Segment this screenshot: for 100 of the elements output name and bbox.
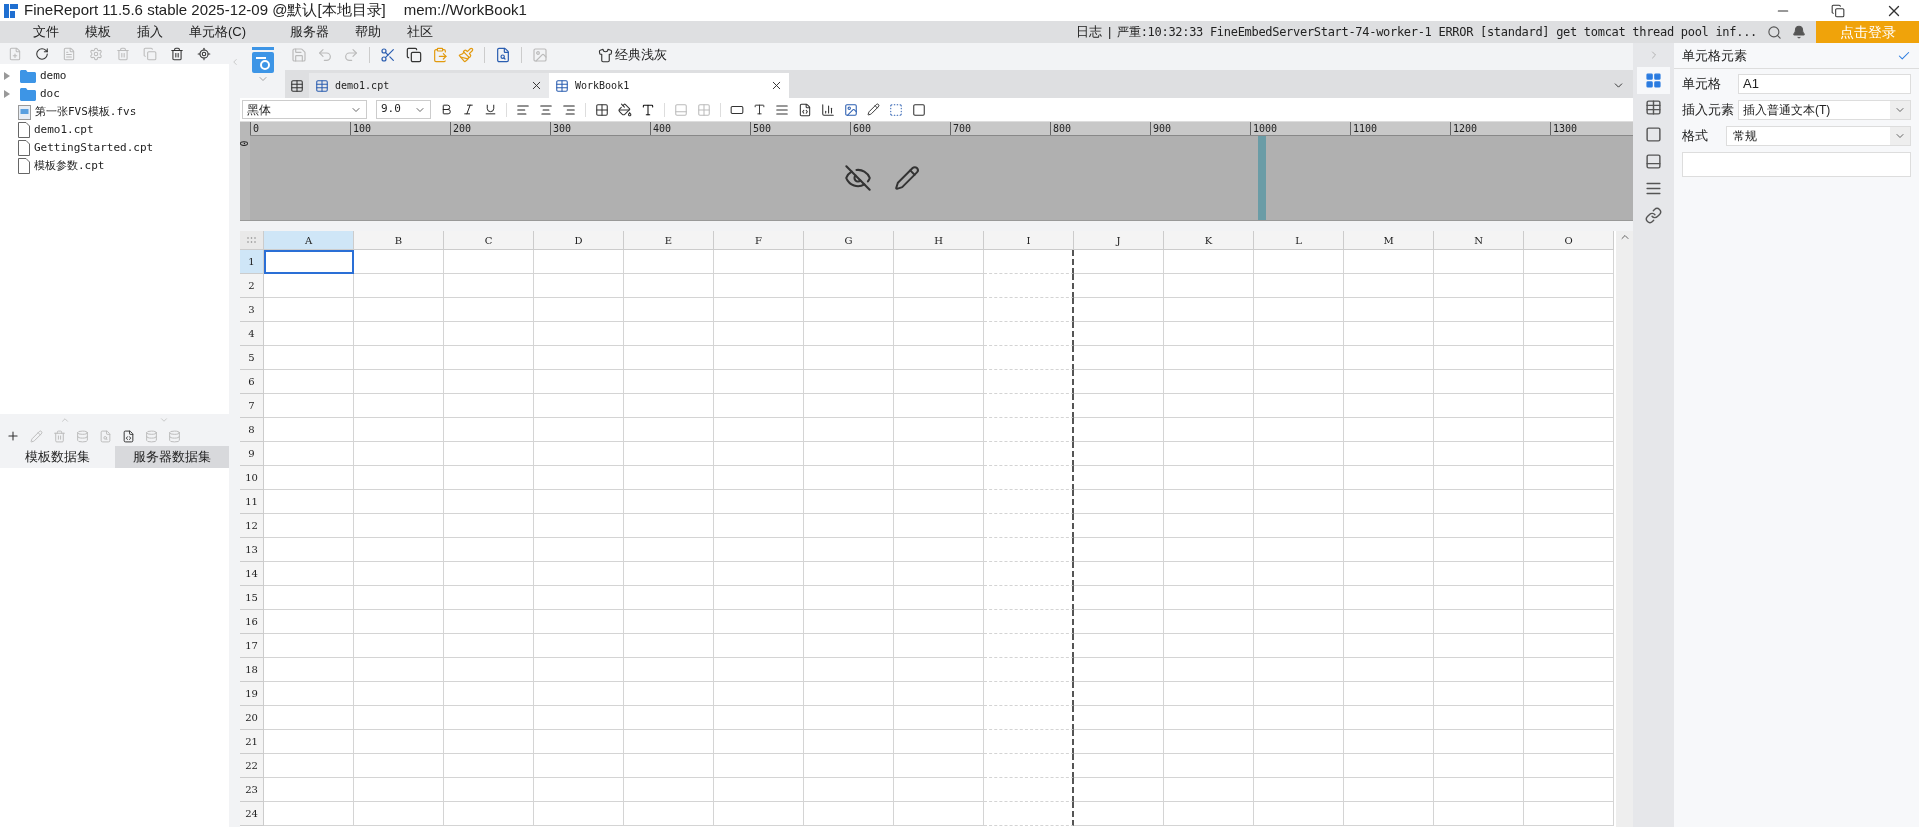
row-header[interactable]: 22 bbox=[240, 754, 264, 778]
grid-cell[interactable] bbox=[984, 490, 1074, 514]
document-tab[interactable]: demo1.cpt bbox=[309, 73, 549, 98]
row-header[interactable]: 8 bbox=[240, 418, 264, 442]
font-color-icon[interactable] bbox=[641, 102, 655, 117]
row-header[interactable]: 12 bbox=[240, 514, 264, 538]
column-header[interactable]: A bbox=[264, 231, 354, 250]
edit-icon[interactable] bbox=[894, 165, 921, 191]
insert-element-select[interactable]: 插入普通文本(T) bbox=[1738, 100, 1911, 120]
column-header[interactable]: M bbox=[1344, 231, 1434, 250]
column-header[interactable]: O bbox=[1524, 231, 1614, 250]
column-header[interactable]: I bbox=[984, 231, 1074, 250]
document-tab[interactable]: WorkBook1 bbox=[549, 73, 789, 98]
tree-item[interactable]: demo bbox=[0, 67, 229, 85]
image-icon[interactable] bbox=[844, 102, 858, 117]
formula-icon[interactable] bbox=[798, 102, 812, 117]
collapse-up-icon[interactable] bbox=[60, 415, 70, 425]
tree-item[interactable]: doc bbox=[0, 85, 229, 103]
delete-icon[interactable] bbox=[53, 429, 66, 443]
italic-icon[interactable] bbox=[462, 103, 475, 116]
menu-item[interactable]: 帮助 bbox=[342, 22, 395, 42]
refresh-icon[interactable] bbox=[35, 46, 49, 61]
align-left-icon[interactable] bbox=[516, 102, 530, 117]
grid-cell[interactable] bbox=[984, 562, 1074, 586]
row-header[interactable]: 18 bbox=[240, 658, 264, 682]
row-header[interactable]: 17 bbox=[240, 634, 264, 658]
notification-icon[interactable] bbox=[1792, 25, 1806, 39]
font-size-select[interactable]: 9.0 bbox=[376, 100, 431, 119]
format-select[interactable]: 常规 bbox=[1726, 126, 1911, 146]
side-tab[interactable] bbox=[1637, 67, 1670, 94]
row-header[interactable]: 1 bbox=[240, 250, 264, 274]
grid-cell[interactable] bbox=[984, 658, 1074, 682]
grid-cell[interactable] bbox=[984, 730, 1074, 754]
grid-cell[interactable] bbox=[984, 754, 1074, 778]
row-header[interactable]: 14 bbox=[240, 562, 264, 586]
corner-cell[interactable] bbox=[240, 231, 264, 250]
add-icon[interactable] bbox=[6, 429, 20, 443]
grid-cell[interactable] bbox=[984, 322, 1074, 346]
input-field[interactable] bbox=[1682, 152, 1911, 177]
grid-cell[interactable] bbox=[984, 370, 1074, 394]
fill-color-icon[interactable] bbox=[618, 102, 632, 117]
row-header[interactable]: 10 bbox=[240, 466, 264, 490]
column-header[interactable]: K bbox=[1164, 231, 1254, 250]
theme-button[interactable]: 经典浅灰 bbox=[598, 45, 667, 65]
close-tab-icon[interactable] bbox=[770, 79, 783, 92]
restore-icon[interactable] bbox=[1831, 3, 1845, 18]
shirt-icon[interactable] bbox=[598, 47, 613, 63]
database-icon[interactable] bbox=[76, 429, 89, 443]
settings-icon[interactable] bbox=[89, 46, 103, 61]
locate-icon[interactable] bbox=[197, 46, 211, 61]
column-header[interactable]: N bbox=[1434, 231, 1524, 250]
row-header[interactable]: 20 bbox=[240, 706, 264, 730]
column-header[interactable]: G bbox=[804, 231, 894, 250]
dataset-tab[interactable]: 模板数据集 bbox=[0, 446, 115, 468]
grid-cell[interactable] bbox=[984, 682, 1074, 706]
paste-icon[interactable] bbox=[432, 47, 448, 63]
sheet-icon[interactable] bbox=[555, 78, 569, 93]
sub-report-icon[interactable] bbox=[889, 102, 903, 117]
align-center-icon[interactable] bbox=[539, 102, 553, 117]
tree-item[interactable]: 模板参数.cpt bbox=[0, 157, 229, 175]
rich-text-icon[interactable] bbox=[775, 102, 789, 117]
row-header[interactable]: 4 bbox=[240, 322, 264, 346]
preview-document-icon[interactable] bbox=[251, 47, 274, 73]
server-dataset-remove-icon[interactable] bbox=[168, 429, 181, 443]
row-header[interactable]: 13 bbox=[240, 538, 264, 562]
menu-item[interactable]: 模板 bbox=[72, 22, 124, 42]
menu-item[interactable]: 单元格(C) bbox=[176, 22, 260, 42]
align-right-icon[interactable] bbox=[562, 102, 576, 117]
column-header[interactable]: J bbox=[1074, 231, 1164, 250]
expand-arrow-icon[interactable] bbox=[4, 72, 10, 80]
tree-item[interactable]: 第一张FVS模板.fvs bbox=[0, 103, 229, 121]
merge-cells-icon[interactable] bbox=[674, 102, 688, 117]
format-painter-icon[interactable] bbox=[458, 47, 474, 63]
collapse-down-icon[interactable] bbox=[159, 415, 169, 425]
grid-cell[interactable] bbox=[984, 418, 1074, 442]
recycle-bin-icon[interactable] bbox=[170, 46, 184, 61]
grid-cell[interactable] bbox=[984, 802, 1074, 826]
text-icon[interactable] bbox=[753, 103, 766, 116]
grid-cell[interactable] bbox=[984, 466, 1074, 490]
redo-icon[interactable] bbox=[343, 47, 359, 63]
row-header[interactable]: 21 bbox=[240, 730, 264, 754]
row-header[interactable]: 16 bbox=[240, 610, 264, 634]
grid-cell[interactable] bbox=[984, 298, 1074, 322]
column-header[interactable]: F bbox=[714, 231, 804, 250]
frame-icon[interactable] bbox=[912, 102, 926, 117]
grid-cell[interactable] bbox=[984, 250, 1074, 274]
row-header[interactable]: 3 bbox=[240, 298, 264, 322]
grid-cell[interactable] bbox=[984, 634, 1074, 658]
row-header[interactable]: 11 bbox=[240, 490, 264, 514]
hidden-icon[interactable] bbox=[844, 164, 873, 192]
grid-cell[interactable] bbox=[984, 514, 1074, 538]
row-header[interactable]: 2 bbox=[240, 274, 264, 298]
row-header[interactable]: 23 bbox=[240, 778, 264, 802]
column-header[interactable]: C bbox=[444, 231, 534, 250]
search-icon[interactable] bbox=[1767, 24, 1782, 40]
column-header[interactable]: E bbox=[624, 231, 714, 250]
log-label[interactable]: 日志 bbox=[1075, 22, 1102, 42]
row-header[interactable]: 7 bbox=[240, 394, 264, 418]
grid-cell[interactable] bbox=[984, 778, 1074, 802]
grid-cell[interactable] bbox=[984, 538, 1074, 562]
